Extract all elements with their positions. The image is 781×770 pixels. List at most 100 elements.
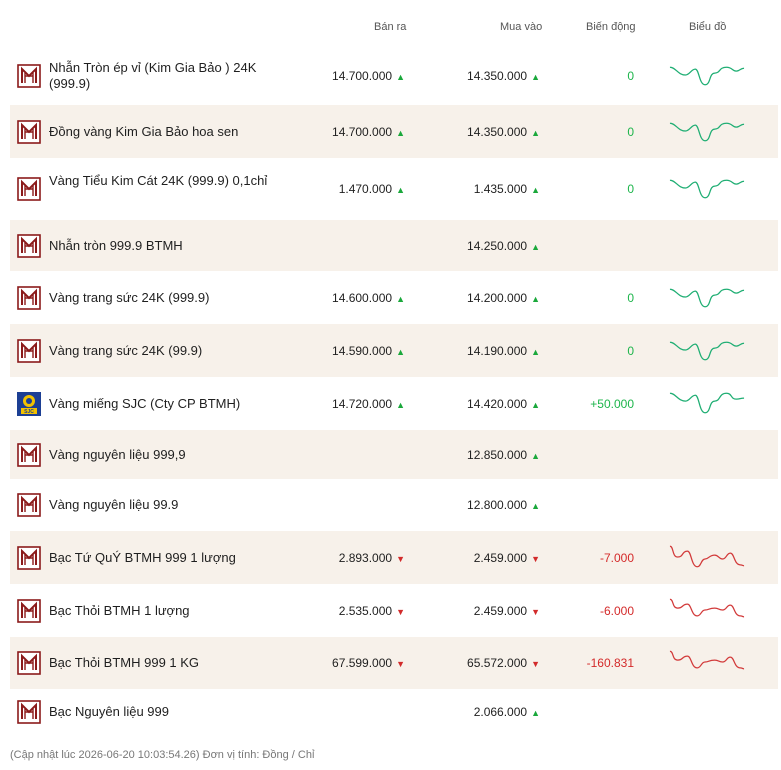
product-name: Bạc Tứ QuÝ BTMH 999 1 lượng xyxy=(49,549,236,565)
table-row[interactable]: Bạc Thỏi BTMH 999 1 KG 67.599.000 ▼ 65.572.… xyxy=(10,637,778,689)
sparkline-chart-up[interactable] xyxy=(668,174,746,204)
arrow-up-icon: ▲ xyxy=(396,71,405,82)
arrow-up-icon: ▲ xyxy=(531,346,540,357)
btmh-logo-icon xyxy=(17,545,41,570)
table-row[interactable]: Nhẫn Tròn ép vỉ (Kim Gia Bảo ) 24K (999.… xyxy=(10,46,778,105)
table-row[interactable]: Vàng nguyên liệu 999,9 12.850.000 ▲ xyxy=(10,430,778,479)
product-name: Vàng nguyên liệu 999,9 xyxy=(49,446,186,462)
product-name: Vàng trang sức 24K (999.9) xyxy=(49,289,210,305)
sparkline-chart-down[interactable] xyxy=(668,596,746,626)
buy-price: 1.435.000 ▲ xyxy=(473,182,540,196)
buy-price: 14.250.000 ▲ xyxy=(467,238,540,253)
table-row[interactable]: Vàng nguyên liệu 99.9 12.800.000 ▲ xyxy=(10,479,778,531)
buy-price: 2.066.000 ▲ xyxy=(473,705,540,719)
btmh-logo-icon xyxy=(17,285,41,310)
sparkline-chart-up[interactable] xyxy=(668,389,746,419)
product-name: Vàng miếng SJC (Cty CP BTMH) xyxy=(49,395,241,411)
sparkline-chart-up[interactable] xyxy=(668,61,746,91)
table-row[interactable]: Đồng vàng Kim Gia Bảo hoa sen 14.700.000 ▲… xyxy=(10,105,778,158)
buy-price: 14.190.000 ▲ xyxy=(467,343,540,358)
sell-price: 2.535.000 ▼ xyxy=(338,603,405,618)
btmh-logo-icon xyxy=(17,63,41,88)
product-name: Vàng trang sức 24K (99.9) xyxy=(49,342,203,358)
arrow-up-icon: ▲ xyxy=(531,399,540,410)
header-change: Biến động xyxy=(586,21,636,33)
header-sell: Bán ra xyxy=(374,21,407,33)
arrow-up-icon: ▲ xyxy=(531,708,540,718)
buy-price: 14.200.000 ▲ xyxy=(467,290,540,305)
product-name: Đồng vàng Kim Gia Bảo hoa sen xyxy=(49,123,239,139)
table-row[interactable]: SJC Vàng miếng SJC (Cty CP BTMH) 14.720.0… xyxy=(10,377,778,430)
sell-price: 14.720.000 ▲ xyxy=(332,396,405,411)
sell-price: 14.590.000 ▲ xyxy=(332,343,405,358)
arrow-up-icon: ▲ xyxy=(531,71,540,82)
buy-price: 12.800.000 ▲ xyxy=(467,498,540,512)
table-row[interactable]: Bạc Nguyên liệu 999 2.066.000 ▲ xyxy=(10,689,778,735)
product-name: Nhẫn Tròn ép vỉ (Kim Gia Bảo ) 24K (999.… xyxy=(49,59,257,91)
arrow-up-icon: ▲ xyxy=(531,501,540,511)
sell-price: 1.470.000 ▲ xyxy=(338,182,405,196)
buy-price: 14.350.000 ▲ xyxy=(467,68,540,83)
arrow-down-icon: ▼ xyxy=(531,659,540,669)
buy-price: 2.459.000 ▼ xyxy=(473,603,540,618)
arrow-up-icon: ▲ xyxy=(531,293,540,304)
table-row[interactable]: Nhẫn tròn 999.9 BTMH 14.250.000 ▲ xyxy=(10,220,778,271)
btmh-logo-icon xyxy=(17,651,41,675)
arrow-up-icon: ▲ xyxy=(396,399,405,410)
sjc-logo-icon: SJC xyxy=(17,391,41,416)
table-row[interactable]: Vàng Tiểu Kim Cát 24K (999.9) 0,1chỉ 1.47… xyxy=(10,158,778,220)
table-header: Bán ra Mua vào Biến động Biểu đồ xyxy=(0,0,781,52)
header-buy: Mua vào xyxy=(500,21,543,33)
price-change: -7.000 xyxy=(599,550,634,565)
arrow-up-icon: ▲ xyxy=(531,127,540,138)
buy-price: 14.420.000 ▲ xyxy=(467,396,540,411)
arrow-down-icon: ▼ xyxy=(531,606,540,617)
arrow-down-icon: ▼ xyxy=(396,659,405,669)
arrow-down-icon: ▼ xyxy=(531,553,540,564)
price-change: 0 xyxy=(627,290,634,305)
arrow-up-icon: ▲ xyxy=(396,346,405,357)
svg-text:SJC: SJC xyxy=(24,409,34,415)
sell-price: 2.893.000 ▼ xyxy=(338,550,405,565)
table-row[interactable]: Bạc Thỏi BTMH 1 lượng 2.535.000 ▼ 2.459.000… xyxy=(10,584,778,637)
price-table: Nhẫn Tròn ép vỉ (Kim Gia Bảo ) 24K (999.… xyxy=(10,46,778,735)
arrow-up-icon: ▲ xyxy=(396,293,405,304)
update-footer: (Cập nhật lúc 2026-06-20 10:03:54.26) Đơ… xyxy=(10,749,315,761)
arrow-up-icon: ▲ xyxy=(531,450,540,461)
btmh-logo-icon xyxy=(17,233,41,258)
price-change: -6.000 xyxy=(599,603,634,618)
price-change: 0 xyxy=(627,343,634,358)
sell-price: 67.599.000 ▼ xyxy=(332,656,405,670)
sparkline-chart-down[interactable] xyxy=(668,648,746,678)
table-row[interactable]: Bạc Tứ QuÝ BTMH 999 1 lượng 2.893.000 ▼ 2.4… xyxy=(10,531,778,584)
product-name: Bạc Thỏi BTMH 1 lượng xyxy=(49,602,190,618)
arrow-up-icon: ▲ xyxy=(396,185,405,195)
buy-price: 2.459.000 ▼ xyxy=(473,550,540,565)
arrow-up-icon: ▲ xyxy=(531,241,540,252)
arrow-down-icon: ▼ xyxy=(396,553,405,564)
price-change: 0 xyxy=(627,182,634,196)
price-change: +50.000 xyxy=(590,396,634,411)
price-change: 0 xyxy=(627,68,634,83)
sparkline-chart-up[interactable] xyxy=(668,117,746,147)
btmh-logo-icon xyxy=(17,493,41,517)
table-row[interactable]: Vàng trang sức 24K (99.9) 14.590.000 ▲ 14.1… xyxy=(10,324,778,377)
sell-price: 14.700.000 ▲ xyxy=(332,68,405,83)
arrow-down-icon: ▼ xyxy=(396,606,405,617)
btmh-logo-icon xyxy=(17,177,41,201)
sparkline-chart-up[interactable] xyxy=(668,336,746,366)
btmh-logo-icon xyxy=(17,700,41,724)
product-name: Vàng nguyên liệu 99.9 xyxy=(49,497,179,512)
product-name: Nhẫn tròn 999.9 BTMH xyxy=(49,237,183,253)
arrow-up-icon: ▲ xyxy=(531,185,540,195)
buy-price: 65.572.000 ▼ xyxy=(467,656,540,670)
buy-price: 12.850.000 ▲ xyxy=(467,447,540,462)
product-name: Bạc Thỏi BTMH 999 1 KG xyxy=(49,655,200,670)
btmh-logo-icon xyxy=(17,338,41,363)
price-change: 0 xyxy=(627,124,634,139)
sparkline-chart-down[interactable] xyxy=(668,543,746,573)
sparkline-chart-up[interactable] xyxy=(668,283,746,313)
table-row[interactable]: Vàng trang sức 24K (999.9) 14.600.000 ▲ 14.… xyxy=(10,271,778,324)
price-change: -160.831 xyxy=(586,656,634,670)
product-name: Bạc Nguyên liệu 999 xyxy=(49,704,169,719)
